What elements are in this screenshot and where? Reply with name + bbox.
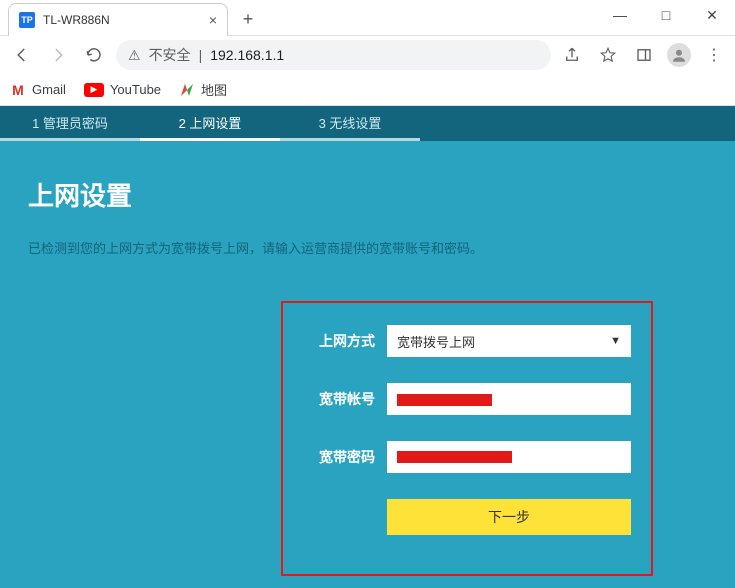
page-subtitle: 已检测到您的上网方式为宽带拨号上网，请输入运营商提供的宽带账号和密码。 (0, 213, 735, 257)
step-admin-password[interactable]: 1 管理员密码 (0, 106, 140, 141)
row-password: 宽带密码 (303, 441, 631, 473)
forward-button[interactable] (44, 41, 72, 69)
youtube-icon: ▶ (84, 83, 104, 97)
share-icon[interactable] (559, 42, 585, 68)
password-input[interactable] (387, 441, 631, 473)
redaction-bar (397, 451, 512, 463)
maps-icon (179, 82, 195, 98)
mode-select[interactable]: 宽带拨号上网 ▼ (387, 325, 631, 357)
bookmark-maps[interactable]: 地图 (179, 80, 227, 99)
browser-tab[interactable]: TP TL-WR886N × (8, 3, 228, 36)
step-label: 3 无线设置 (319, 113, 382, 132)
step-wireless-settings[interactable]: 3 无线设置 (280, 106, 420, 141)
mode-value: 宽带拨号上网 (397, 332, 475, 351)
chevron-down-icon: ▼ (610, 335, 621, 347)
insecure-label: 不安全 (149, 45, 191, 65)
bookmarks-bar: M Gmail ▶ YouTube 地图 (0, 74, 735, 106)
new-tab-button[interactable]: + (234, 5, 262, 33)
mode-label: 上网方式 (303, 331, 375, 351)
password-label: 宽带密码 (303, 447, 375, 467)
menu-icon[interactable]: ⋮ (701, 42, 727, 68)
step-label: 2 上网设置 (179, 113, 242, 132)
gmail-icon: M (10, 82, 26, 98)
insecure-icon: ⚠ (128, 47, 141, 64)
back-button[interactable] (8, 41, 36, 69)
next-button[interactable]: 下一步 (387, 499, 631, 535)
separator: | (199, 47, 203, 63)
step-wan-settings[interactable]: 2 上网设置 (140, 106, 280, 141)
redaction-bar (397, 394, 492, 406)
profile-avatar[interactable] (667, 43, 691, 67)
router-page: 1 管理员密码 2 上网设置 3 无线设置 上网设置 已检测到您的上网方式为宽带… (0, 106, 735, 588)
wan-form: 上网方式 宽带拨号上网 ▼ 宽带帐号 TP-LINK_201 宽带密码 下一步 (281, 301, 653, 576)
minimize-button[interactable]: ― (597, 0, 643, 30)
browser-titlebar: TP TL-WR886N × + ― □ ✕ (0, 0, 735, 36)
maximize-button[interactable]: □ (643, 0, 689, 30)
bookmark-label: Gmail (32, 82, 66, 97)
row-username: 宽带帐号 TP-LINK_201 (303, 383, 631, 415)
window-controls: ― □ ✕ (597, 0, 735, 30)
address-bar: ⚠ 不安全 | 192.168.1.1 ⋮ (0, 36, 735, 74)
side-panel-icon[interactable] (631, 42, 657, 68)
bookmark-gmail[interactable]: M Gmail (10, 82, 66, 98)
star-icon[interactable] (595, 42, 621, 68)
omnibox[interactable]: ⚠ 不安全 | 192.168.1.1 (116, 40, 551, 70)
step-label: 1 管理员密码 (32, 113, 108, 132)
bookmark-label: YouTube (110, 82, 161, 97)
tab-title: TL-WR886N (43, 13, 110, 27)
tab-close-icon[interactable]: × (209, 12, 217, 28)
username-input[interactable]: TP-LINK_201 (387, 383, 631, 415)
close-window-button[interactable]: ✕ (689, 0, 735, 30)
bookmark-youtube[interactable]: ▶ YouTube (84, 82, 161, 97)
username-label: 宽带帐号 (303, 389, 375, 409)
row-mode: 上网方式 宽带拨号上网 ▼ (303, 325, 631, 357)
toolbar-right: ⋮ (559, 42, 727, 68)
bookmark-label: 地图 (201, 80, 227, 99)
url-text: 192.168.1.1 (210, 47, 284, 63)
page-title: 上网设置 (0, 141, 735, 213)
setup-steps: 1 管理员密码 2 上网设置 3 无线设置 (0, 106, 735, 141)
reload-button[interactable] (80, 41, 108, 69)
favicon: TP (19, 12, 35, 28)
